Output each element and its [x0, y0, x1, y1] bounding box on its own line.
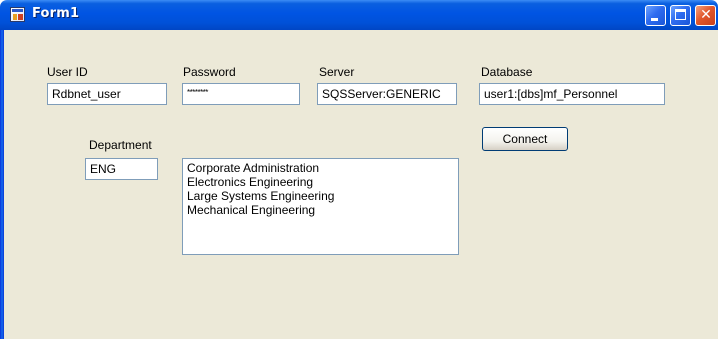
close-button[interactable]: ✕	[695, 5, 716, 26]
list-item[interactable]: Corporate Administration	[187, 161, 458, 175]
user-id-field[interactable]: Rdbnet_user	[47, 83, 167, 105]
department-label: Department	[89, 138, 152, 152]
list-item[interactable]: Electronics Engineering	[187, 175, 458, 189]
minimize-button[interactable]	[645, 5, 666, 26]
server-field[interactable]: SQSServer:GENERIC	[317, 83, 457, 105]
server-label: Server	[319, 65, 355, 79]
maximize-icon	[675, 9, 686, 20]
database-label: Database	[481, 65, 533, 79]
database-field[interactable]: user1:[dbs]mf_Personnel	[479, 83, 665, 105]
password-label: Password	[183, 65, 236, 79]
user-id-label: User ID	[47, 65, 88, 79]
department-listbox[interactable]: Corporate Administration Electronics Eng…	[182, 158, 459, 255]
window-title: Form1	[32, 6, 80, 21]
minimize-icon	[651, 18, 658, 21]
form-client-area: User ID Rdbnet_user Password ******** Se…	[4, 30, 718, 339]
list-item[interactable]: Mechanical Engineering	[187, 203, 458, 217]
close-icon: ✕	[700, 7, 712, 23]
app-form-icon[interactable]	[10, 7, 25, 22]
maximize-button[interactable]	[670, 5, 691, 26]
password-field[interactable]: ********	[182, 83, 300, 105]
department-field[interactable]: ENG	[85, 158, 158, 180]
title-bar[interactable]: Form1 ✕	[0, 0, 718, 30]
form1-window: Form1 ✕ User ID Rdbnet_user Password ***…	[0, 0, 718, 339]
list-item[interactable]: Large Systems Engineering	[187, 189, 458, 203]
connect-button[interactable]: Connect	[482, 127, 568, 151]
